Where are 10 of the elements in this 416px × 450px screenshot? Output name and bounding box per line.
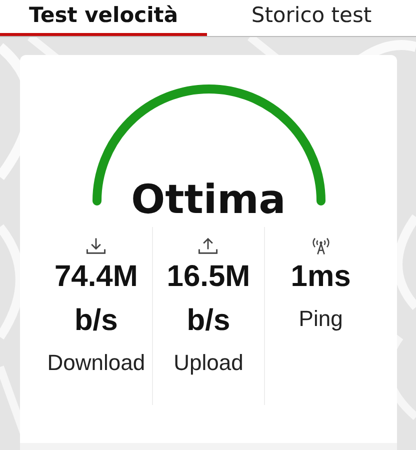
stat-label: Download: [47, 349, 146, 377]
stat-value: 1ms: [290, 259, 352, 295]
upload-icon: [197, 237, 220, 255]
antenna-icon: [310, 237, 332, 255]
stat-label: Upload: [174, 349, 244, 377]
stat-value: 74.4Mb/s: [53, 259, 139, 339]
stat-label: Ping: [298, 305, 343, 333]
rating-text: Ottima: [131, 177, 286, 223]
download-icon: [85, 237, 108, 255]
stat-value: 16.5Mb/s: [166, 259, 252, 339]
